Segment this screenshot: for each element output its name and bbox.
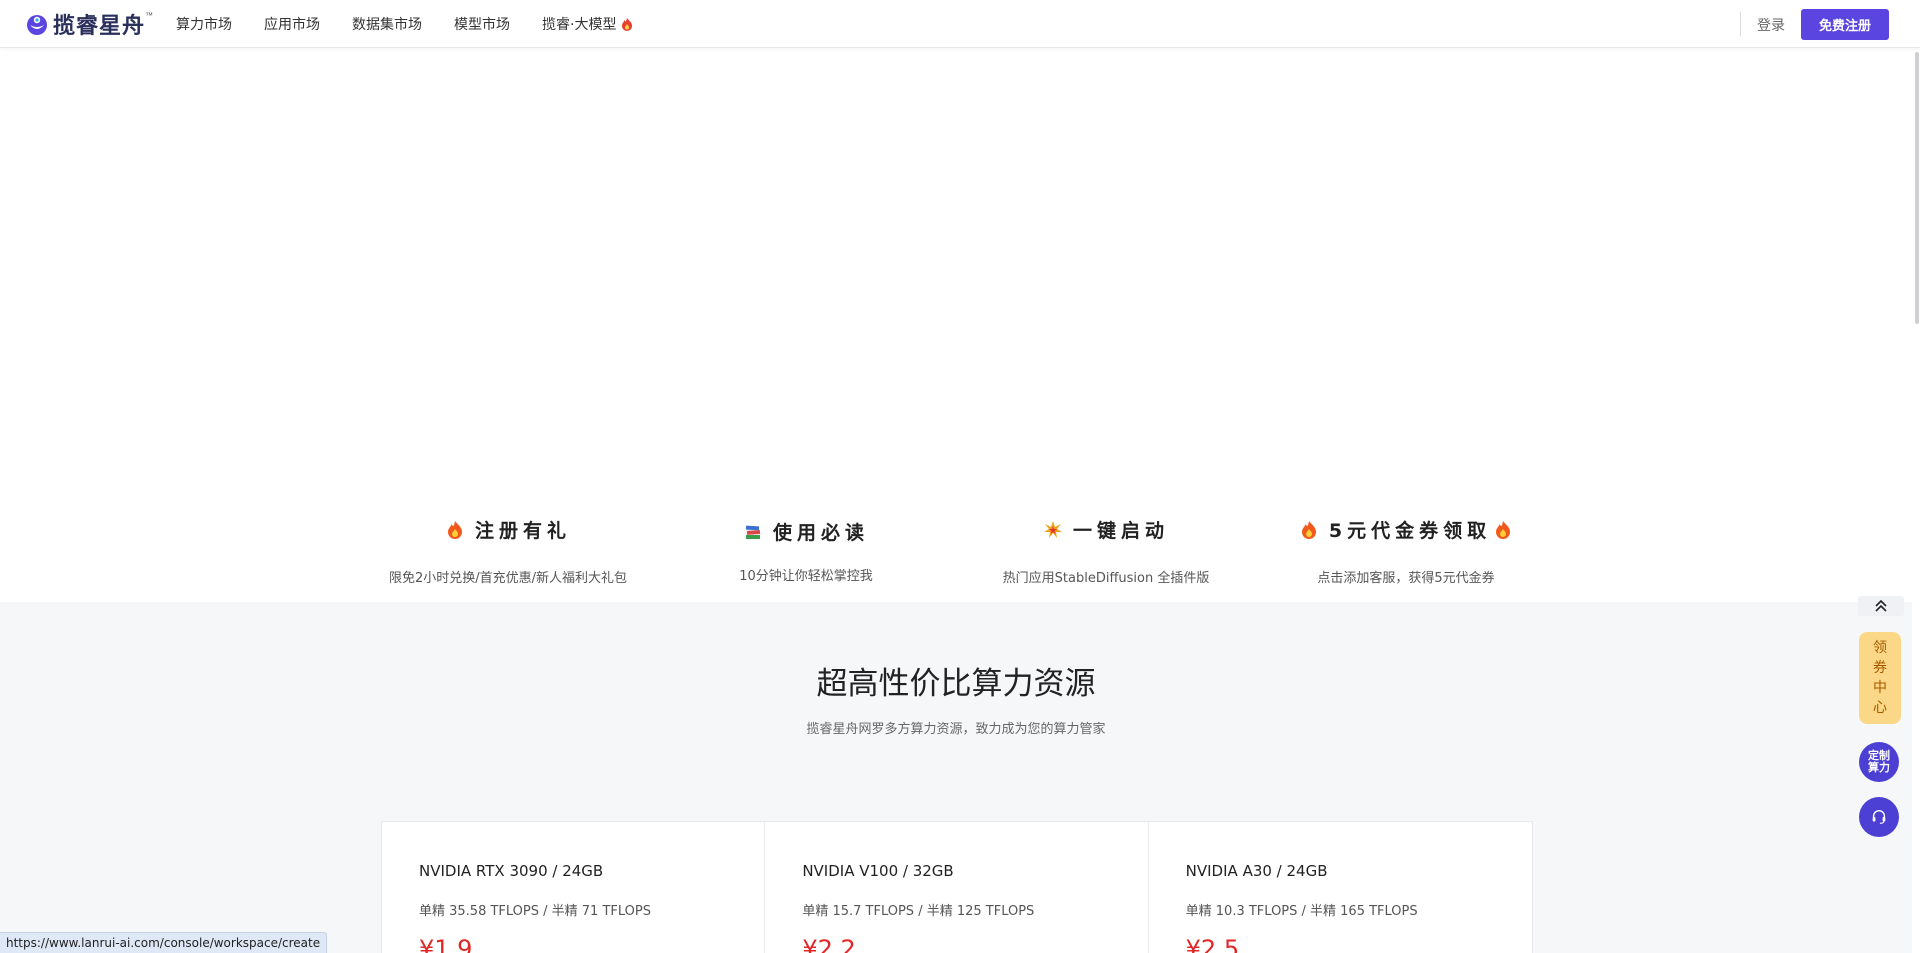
back-to-top-button[interactable] bbox=[1858, 596, 1904, 616]
nav-item-large-model[interactable]: 揽睿·大模型 bbox=[542, 14, 634, 34]
double-chevron-up-icon bbox=[1875, 599, 1887, 612]
feature-title: 5元代金券领取 bbox=[1256, 516, 1556, 543]
top-navbar: 揽睿星舟 ™ 算力市场 应用市场 数据集市场 模型市场 揽睿·大模型 登录 免费… bbox=[0, 0, 1920, 48]
nav-item-label: 揽睿·大模型 bbox=[542, 17, 617, 33]
gpu-price: ¥1.9 bbox=[419, 935, 473, 953]
fire-icon bbox=[1496, 520, 1511, 539]
feature-subtitle: 热门应用StableDiffusion 全插件版 bbox=[1002, 571, 1210, 586]
feature-title: 注册有礼 bbox=[358, 516, 658, 543]
fire-icon bbox=[447, 520, 462, 539]
feature-subtitle: 点击添加客服，获得5元代金券 bbox=[1317, 571, 1495, 586]
headset-icon bbox=[1872, 810, 1886, 824]
gpu-card[interactable]: NVIDIA A30 / 24GB 单精 10.3 TFLOPS / 半精 16… bbox=[1149, 822, 1532, 953]
nav-item-compute-market[interactable]: 算力市场 bbox=[176, 14, 232, 34]
nav-item-label: 数据集市场 bbox=[352, 17, 422, 33]
feature-title-text: 5元代金券领取 bbox=[1328, 520, 1492, 542]
coupon-char: 券 bbox=[1873, 660, 1887, 676]
nav-item-model-market[interactable]: 模型市场 bbox=[454, 14, 510, 34]
status-bar-url: https://www.lanrui-ai.com/console/worksp… bbox=[0, 932, 328, 953]
gpu-card[interactable]: NVIDIA V100 / 32GB 单精 15.7 TFLOPS / 半精 1… bbox=[765, 822, 1149, 953]
feature-subtitle: 10分钟让你轻松掌控我 bbox=[739, 569, 873, 584]
feature-title-text: 一键启动 bbox=[1072, 520, 1169, 542]
section-subtitle: 揽睿星舟网罗多方算力资源，致力成为您的算力管家 bbox=[806, 722, 1106, 737]
feature-title-text: 注册有礼 bbox=[474, 520, 571, 542]
login-link[interactable]: 登录 bbox=[1757, 15, 1785, 35]
fire-icon bbox=[1301, 520, 1316, 539]
feature-one-click-start[interactable]: 一键启动 热门应用StableDiffusion 全插件版 bbox=[956, 516, 1256, 586]
scrollbar-thumb[interactable] bbox=[1915, 52, 1919, 324]
brand-trademark: ™ bbox=[145, 11, 154, 20]
gpu-card[interactable]: NVIDIA RTX 3090 / 24GB 单精 35.58 TFLOPS /… bbox=[382, 822, 766, 953]
feature-coupon[interactable]: 5元代金券领取 点击添加客服，获得5元代金券 bbox=[1256, 516, 1556, 586]
main-nav: 算力市场 应用市场 数据集市场 模型市场 揽睿·大模型 bbox=[176, 0, 666, 48]
feature-must-read[interactable]: 使用必读 10分钟让你轻松掌控我 bbox=[656, 518, 956, 584]
feature-subtitle: 限免2小时兑换/首充优惠/新人福利大礼包 bbox=[388, 571, 628, 586]
section-title: 超高性价比算力资源 bbox=[816, 666, 1096, 702]
nav-item-label: 模型市场 bbox=[454, 17, 510, 33]
page-scrollbar[interactable] bbox=[1912, 48, 1920, 953]
gpu-name: NVIDIA A30 / 24GB bbox=[1185, 862, 1328, 880]
coupon-char: 心 bbox=[1873, 700, 1887, 716]
nav-item-dataset-market[interactable]: 数据集市场 bbox=[352, 14, 422, 34]
gpu-spec: 单精 10.3 TFLOPS / 半精 165 TFLOPS bbox=[1185, 904, 1418, 919]
feature-register-gift[interactable]: 注册有礼 限免2小时兑换/首充优惠/新人福利大礼包 bbox=[358, 516, 658, 586]
coupon-center-button[interactable]: 领 券 中 心 bbox=[1859, 632, 1901, 724]
coupon-char: 中 bbox=[1873, 680, 1887, 696]
register-button[interactable]: 免费注册 bbox=[1801, 9, 1889, 40]
nav-item-label: 算力市场 bbox=[176, 17, 232, 33]
gpu-price: ¥2.5 bbox=[1185, 935, 1240, 953]
header-divider bbox=[1740, 12, 1741, 36]
gpu-spec: 单精 35.58 TFLOPS / 半精 71 TFLOPS bbox=[419, 904, 651, 919]
brand-logo[interactable]: 揽睿星舟 ™ bbox=[24, 9, 153, 39]
feature-strip: 注册有礼 限免2小时兑换/首充优惠/新人福利大礼包 使用必读 10分钟让你轻松掌… bbox=[0, 490, 1912, 602]
gpu-price: ¥2.2 bbox=[802, 935, 856, 953]
nav-item-app-market[interactable]: 应用市场 bbox=[264, 14, 320, 34]
feature-title-text: 使用必读 bbox=[772, 522, 869, 544]
resources-section: 超高性价比算力资源 揽睿星舟网罗多方算力资源，致力成为您的算力管家 NVIDIA… bbox=[0, 602, 1912, 953]
gpu-name: NVIDIA V100 / 32GB bbox=[802, 862, 954, 880]
spark-icon bbox=[1043, 520, 1062, 538]
gpu-card-list: NVIDIA RTX 3090 / 24GB 单精 35.58 TFLOPS /… bbox=[381, 821, 1533, 953]
custom-compute-button[interactable]: 定制算力 bbox=[1859, 742, 1899, 782]
gpu-spec: 单精 15.7 TFLOPS / 半精 125 TFLOPS bbox=[802, 904, 1035, 919]
books-icon bbox=[745, 525, 761, 539]
coupon-char: 领 bbox=[1873, 640, 1887, 656]
gpu-name: NVIDIA RTX 3090 / 24GB bbox=[419, 862, 604, 880]
nav-item-label: 应用市场 bbox=[264, 17, 320, 33]
customer-service-button[interactable] bbox=[1859, 797, 1899, 837]
feature-title: 使用必读 bbox=[656, 518, 956, 545]
brand-name: 揽睿星舟 bbox=[53, 14, 146, 39]
hot-icon bbox=[622, 18, 633, 31]
feature-title: 一键启动 bbox=[956, 516, 1256, 543]
logo-icon bbox=[27, 15, 47, 35]
